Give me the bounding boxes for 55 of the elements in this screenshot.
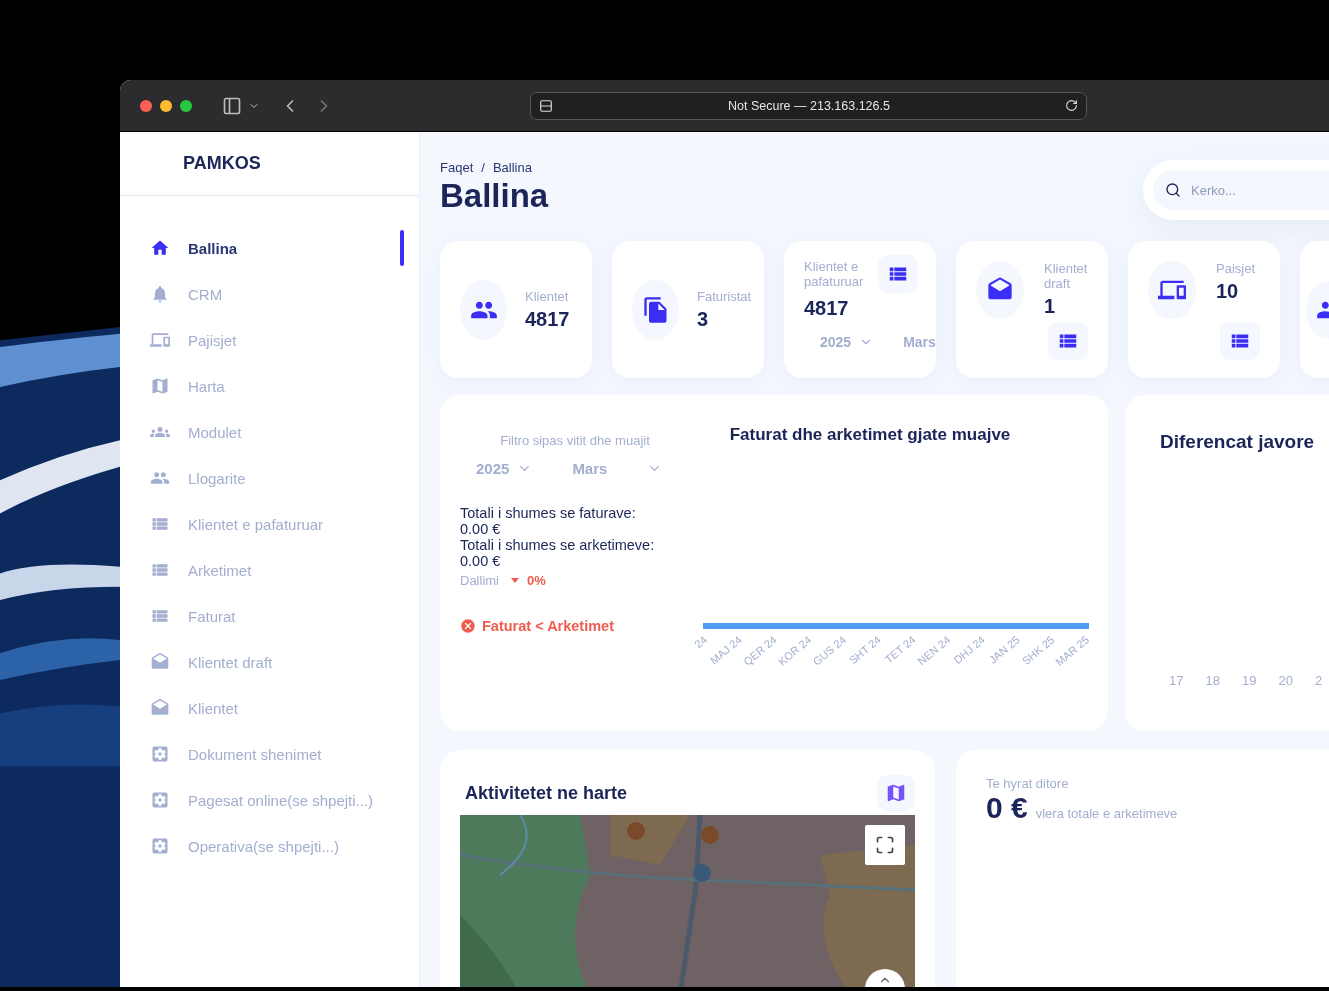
logo: PAMKOS [183,153,261,174]
stat-label: Klientet e pafaturuar [804,259,865,291]
chart-title: Faturat dhe arketimet gjate muajve [729,425,1011,445]
card-title: Aktivitetet ne harte [465,782,628,804]
sidebar-item[interactable]: Pajisjet [120,330,237,350]
stat-label: Klientet [525,288,570,304]
sidebar-item[interactable]: Llogarite [120,468,246,488]
sidebar-item[interactable]: Pagesat online(se shpejti...) [120,790,374,810]
axis-label: 20 [1278,673,1293,688]
breadcrumb-link[interactable]: Ballina [492,160,532,175]
stat-value: 10 [1216,280,1240,303]
chart-title: Diferencat javore [1160,431,1316,453]
axis-label: 18 [1205,673,1220,688]
sidebar-item[interactable]: Dokument shenimet [120,744,322,764]
page-title: Ballina [440,177,550,215]
stat-value: 1 [1044,295,1057,318]
sidebar-item[interactable]: Klientet draft [120,652,273,672]
axis-label: TET 24 [882,633,918,666]
search-field[interactable]: Kerko... [1153,170,1329,210]
sidebar-item[interactable]: Klientet [120,698,239,718]
month-select[interactable]: Mars [903,334,936,350]
sidebar-item[interactable]: Klientet e pafaturuar [120,514,324,534]
axis-label: 2 [1314,673,1323,688]
difference-value: 0% [527,573,546,588]
sidebar-item[interactable]: Modulet [120,422,242,442]
card-label: Te hyrat ditore [986,776,1070,791]
year-select[interactable]: 2025 [476,460,533,477]
breadcrumb-link[interactable]: Faqet [440,160,474,175]
sidebar-item[interactable]: CRM [120,284,223,304]
stat-value: 4817 [525,307,570,331]
axis-label: 24 [692,633,710,651]
total-text: Totali i shumes se faturave: 0.00 € [460,505,637,537]
sidebar-item[interactable]: Harta [120,376,225,396]
axis-label: JAN 25 [986,633,1022,666]
sidebar-item[interactable]: Arketimet [120,560,252,580]
address-bar[interactable]: Not Secure — 213.163.126.5 [530,91,1087,120]
stat-label: Klientet draft [1044,261,1089,291]
total-text: Totali i shumes se arketimeve: 0.00 € [460,537,655,569]
stat-label: Paisjet [1216,261,1257,276]
difference-label: Dallimi [460,573,499,588]
year-select[interactable]: 2025 [820,334,874,350]
status-text: Faturat < Arketimet [482,618,614,634]
month-select[interactable]: Mars [572,460,663,477]
stat-label: Faturistat [697,288,752,304]
sidebar-item[interactable]: Faturat [120,606,236,626]
caption: vlera totale e arketimeve [1035,806,1178,821]
breadcrumb-separator: / [481,160,485,175]
sidebar-item[interactable]: Ballina [120,238,238,258]
stat-value: 4817 [804,297,850,320]
axis-label: 17 [1169,673,1184,688]
filter-label: Filtro sipas vitit dhe muajit [500,433,650,448]
sidebar-item[interactable]: Operativa(se shpejti...) [120,836,339,856]
amount: 0 € [986,791,1028,825]
axis-label: 19 [1241,673,1257,688]
stat-value: 3 [697,307,710,331]
